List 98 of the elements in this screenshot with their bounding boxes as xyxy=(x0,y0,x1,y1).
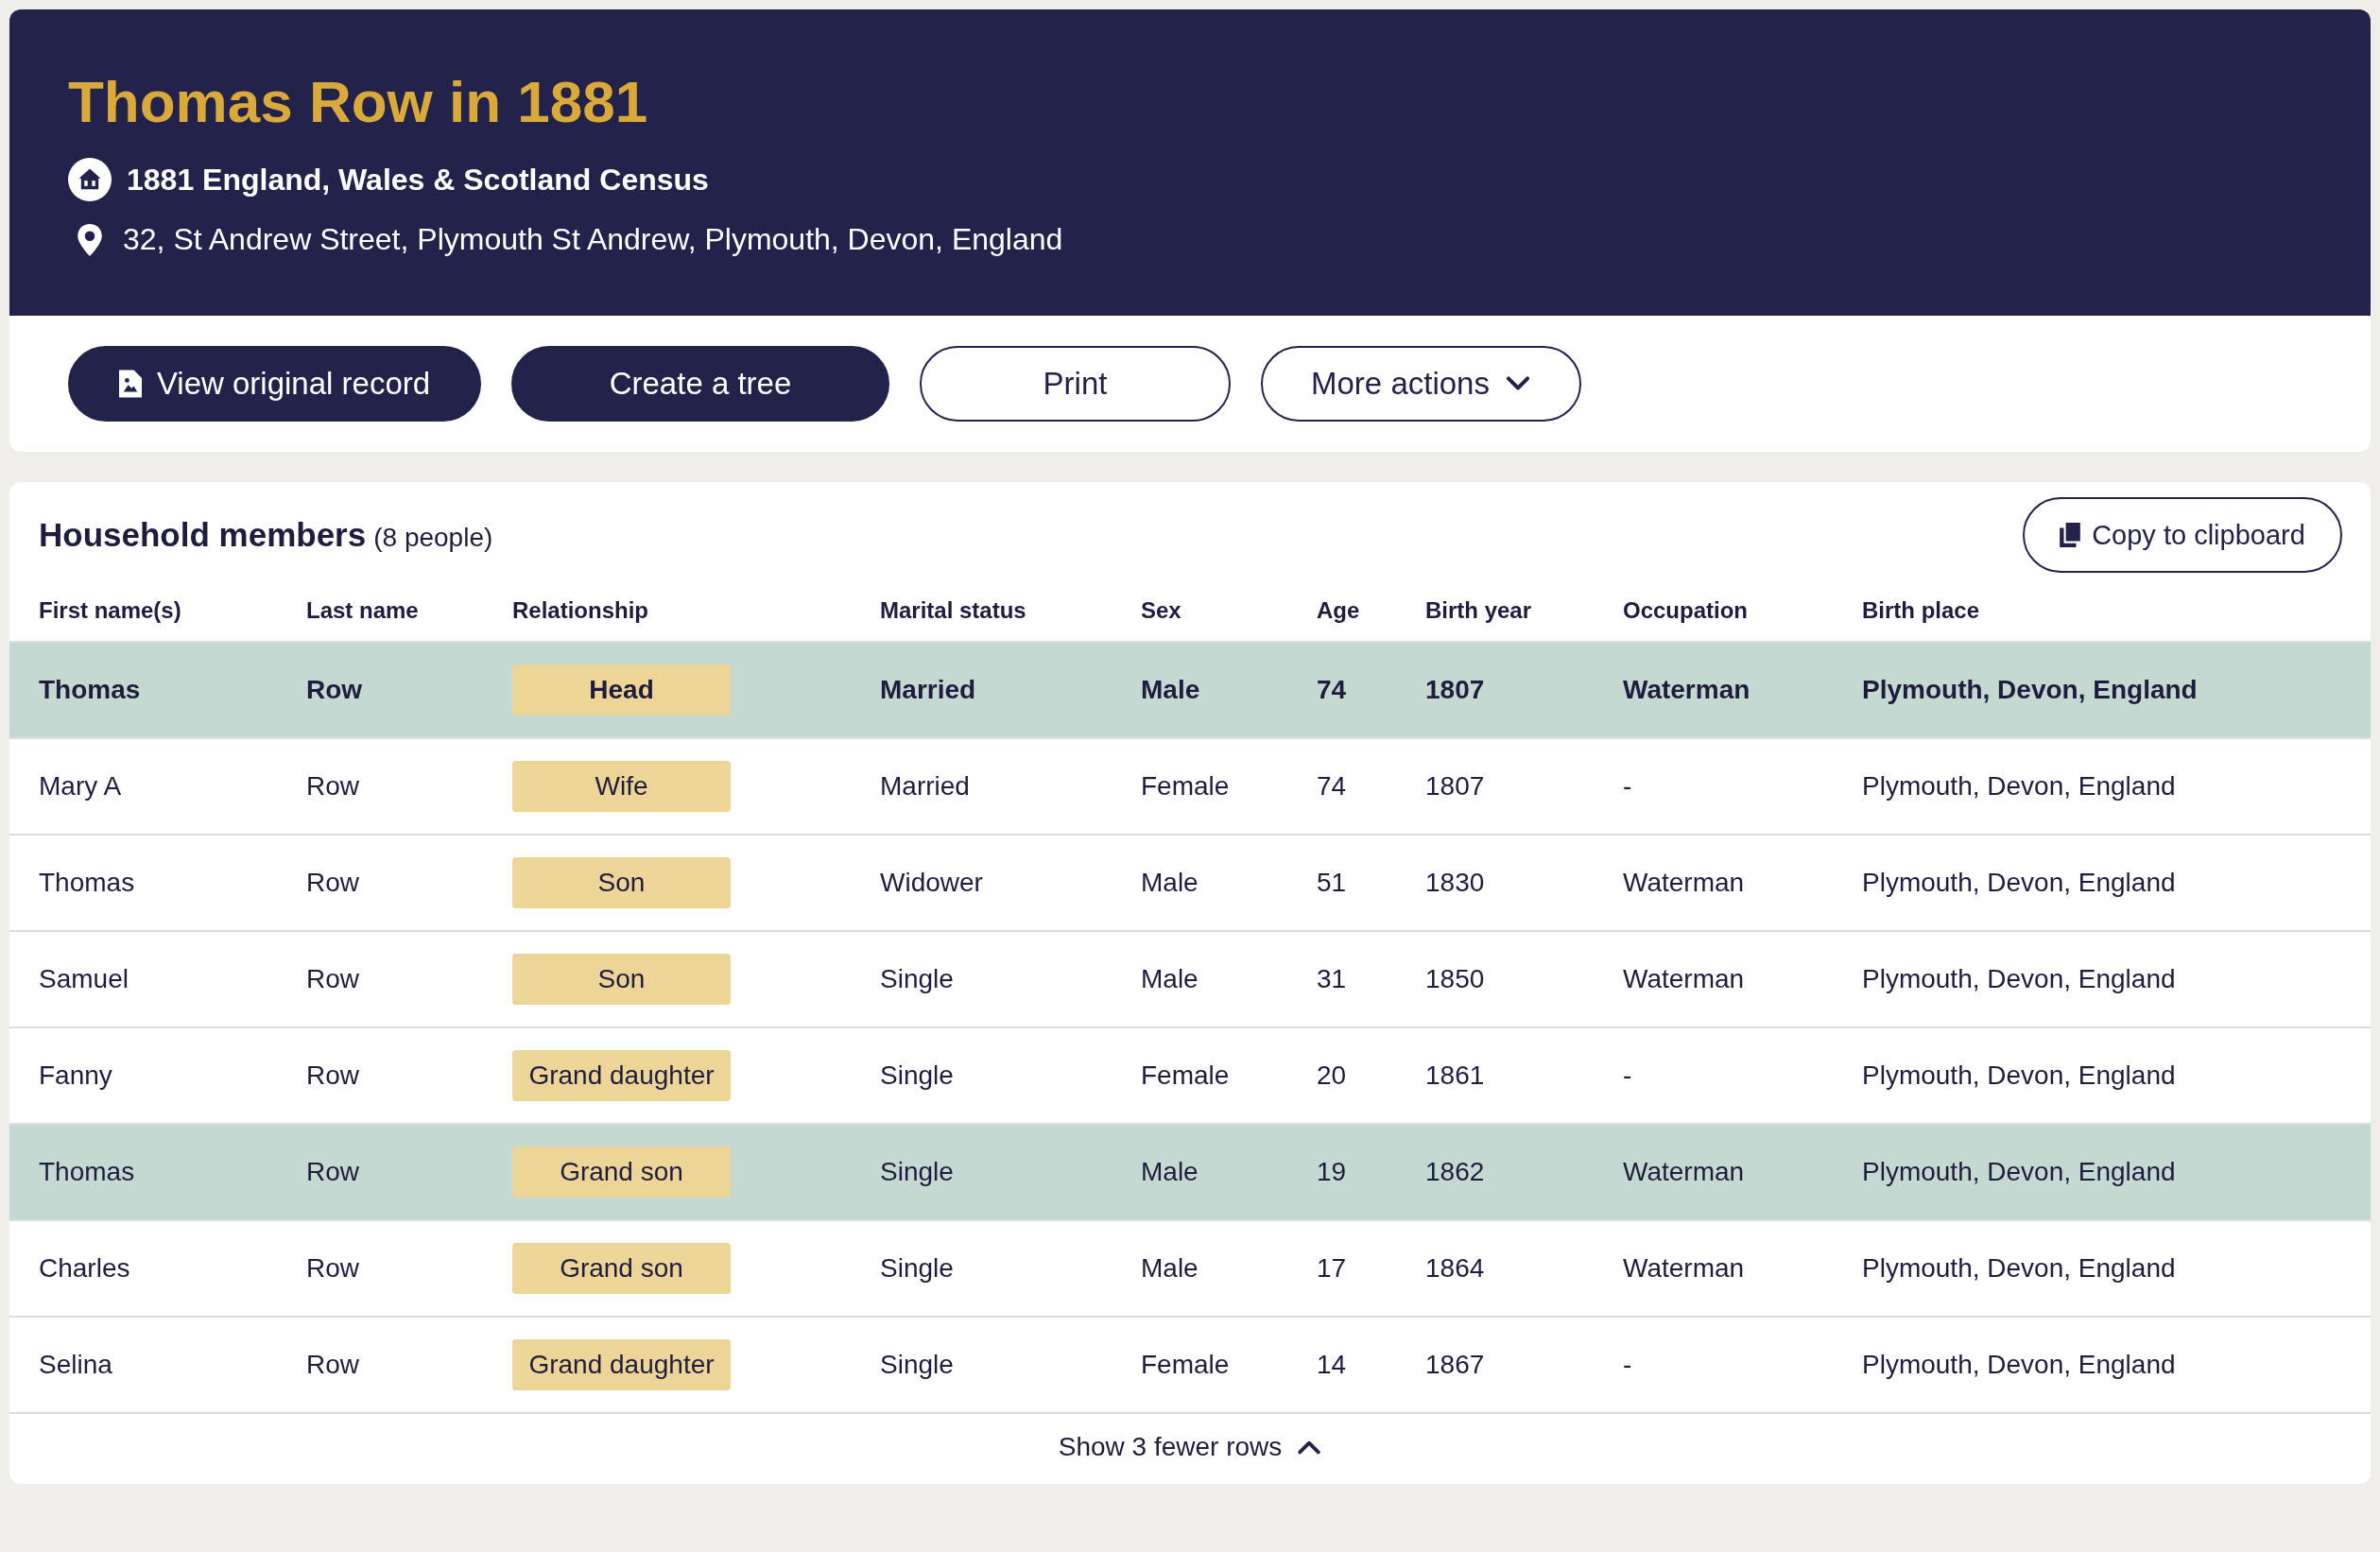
table-cell-text: Waterman xyxy=(1623,868,1746,898)
column-header: Sex xyxy=(1141,597,1182,624)
relationship-tag: Wife xyxy=(512,761,731,812)
table-cell-text: 51 xyxy=(1317,868,1348,898)
action-button[interactable]: View original record xyxy=(68,346,481,422)
document-image-icon xyxy=(118,370,142,398)
table-cell-text: Single xyxy=(880,1157,955,1187)
table-cell-text: Plymouth, Devon, England xyxy=(1862,675,2199,705)
table-cell-text: Female xyxy=(1141,771,1231,802)
relationship-tag: Grand son xyxy=(512,1147,731,1198)
table-cell-text: Selina xyxy=(39,1350,113,1380)
show-fewer-rows-link[interactable]: Show 3 fewer rows xyxy=(1052,1431,1328,1463)
table-cell-text: 14 xyxy=(1317,1350,1348,1380)
collection-name: 1881 England, Wales & Scotland Census xyxy=(127,162,709,198)
table-cell-text: Male xyxy=(1141,675,1201,705)
location-pin-icon xyxy=(78,223,102,256)
relationship-tag: Grand daughter xyxy=(512,1339,731,1390)
column-header: First name(s) xyxy=(39,597,182,624)
table-cell-text: 1807 xyxy=(1425,771,1486,802)
table-cell-text: Waterman xyxy=(1623,675,1751,705)
table-cell-text: Row xyxy=(306,1253,360,1284)
relationship-tag: Son xyxy=(512,857,731,908)
table-cell-text: Waterman xyxy=(1623,1253,1746,1284)
table-cell-text: 31 xyxy=(1317,964,1348,994)
relationship-tag: Grand daughter xyxy=(512,1050,731,1101)
table-cell-text: Thomas xyxy=(39,1157,136,1187)
table-cell-text: Plymouth, Devon, England xyxy=(1862,1157,2177,1187)
column-header: Birth place xyxy=(1862,597,1981,624)
section-title: Household members xyxy=(39,516,367,554)
table-cell-text: Thomas xyxy=(39,868,136,898)
table-cell-text: Male xyxy=(1141,868,1199,898)
house-icon xyxy=(68,158,112,201)
column-header: Occupation xyxy=(1623,597,1749,624)
table-cell-text: - xyxy=(1623,1061,1633,1091)
table-cell-text: 1864 xyxy=(1425,1253,1486,1284)
chevron-down-icon xyxy=(1504,375,1531,392)
table-cell-text: Waterman xyxy=(1623,1157,1746,1187)
table-cell-text: Mary A xyxy=(39,771,123,802)
table-cell-text: Plymouth, Devon, England xyxy=(1862,771,2177,802)
copy-button[interactable]: Copy to clipboard xyxy=(2023,497,2342,573)
address: 32, St Andrew Street, Plymouth St Andrew, Plymouth, Devon, England xyxy=(123,222,1063,257)
table-cell-text: Row xyxy=(306,964,360,994)
people-count: (8 people) xyxy=(373,523,493,553)
column-header: Relationship xyxy=(512,597,649,624)
action-button[interactable]: More actions xyxy=(1261,346,1581,422)
table-cell-text: Widower xyxy=(880,868,984,898)
table-cell-text: 1862 xyxy=(1425,1157,1486,1187)
table-cell-text: Plymouth, Devon, England xyxy=(1862,868,2177,898)
table-cell-text: Thomas xyxy=(39,675,142,705)
action-button[interactable]: Print xyxy=(920,346,1231,422)
table-cell-text: Plymouth, Devon, England xyxy=(1862,1350,2177,1380)
table-cell-text: - xyxy=(1623,771,1633,802)
table-cell-text: Single xyxy=(880,1061,955,1091)
column-header: Marital status xyxy=(880,597,1027,624)
table-cell-text: Plymouth, Devon, England xyxy=(1862,1253,2177,1284)
relationship-tag: Grand son xyxy=(512,1243,731,1294)
table-cell-text: Row xyxy=(306,771,360,802)
table-cell-text: Single xyxy=(880,1253,955,1284)
table-cell-text: 1850 xyxy=(1425,964,1486,994)
table-cell-text: Married xyxy=(880,675,977,705)
column-header: Age xyxy=(1317,597,1361,624)
action-button[interactable]: Create a tree xyxy=(511,346,889,422)
column-header: Birth year xyxy=(1425,597,1533,624)
relationship-tag: Son xyxy=(512,954,731,1005)
table-cell-text: Plymouth, Devon, England xyxy=(1862,964,2177,994)
chevron-up-icon xyxy=(1297,1439,1322,1456)
table-cell-text: Married xyxy=(880,771,971,802)
table-cell-text: 1867 xyxy=(1425,1350,1486,1380)
table-cell-text: Row xyxy=(306,1061,360,1091)
table-cell-text: Fanny xyxy=(39,1061,113,1091)
table-cell-text: 74 xyxy=(1317,771,1348,802)
table-cell-text: Row xyxy=(306,675,364,705)
table-cell-text: Waterman xyxy=(1623,964,1746,994)
table-cell-text: 19 xyxy=(1317,1157,1348,1187)
copy-icon xyxy=(2060,523,2081,547)
table-cell-text: Single xyxy=(880,1350,955,1380)
table-cell-text: Female xyxy=(1141,1350,1231,1380)
table-cell-text: 1830 xyxy=(1425,868,1486,898)
relationship-tag: Head xyxy=(512,664,731,716)
table-cell-text: Samuel xyxy=(39,964,129,994)
table-cell-text: Plymouth, Devon, England xyxy=(1862,1061,2177,1091)
table-cell-text: Single xyxy=(880,964,955,994)
table-cell-text: Male xyxy=(1141,1253,1199,1284)
table-cell-text: Row xyxy=(306,1350,360,1380)
table-cell-text: 1807 xyxy=(1425,675,1486,705)
table-cell-text: 17 xyxy=(1317,1253,1348,1284)
table-cell-text: 20 xyxy=(1317,1061,1348,1091)
table-cell-text: 1861 xyxy=(1425,1061,1486,1091)
table-cell-text: Charles xyxy=(39,1253,131,1284)
table-cell-text: Row xyxy=(306,868,360,898)
table-cell-text: Female xyxy=(1141,1061,1231,1091)
table-cell-text: Male xyxy=(1141,1157,1199,1187)
column-header: Last name xyxy=(306,597,420,624)
table-cell-text: 74 xyxy=(1317,675,1348,705)
table-cell-text: Male xyxy=(1141,964,1199,994)
table-cell-text: Row xyxy=(306,1157,360,1187)
page-title: Thomas Row in 1881 xyxy=(68,68,649,135)
table-cell-text: - xyxy=(1623,1350,1633,1380)
